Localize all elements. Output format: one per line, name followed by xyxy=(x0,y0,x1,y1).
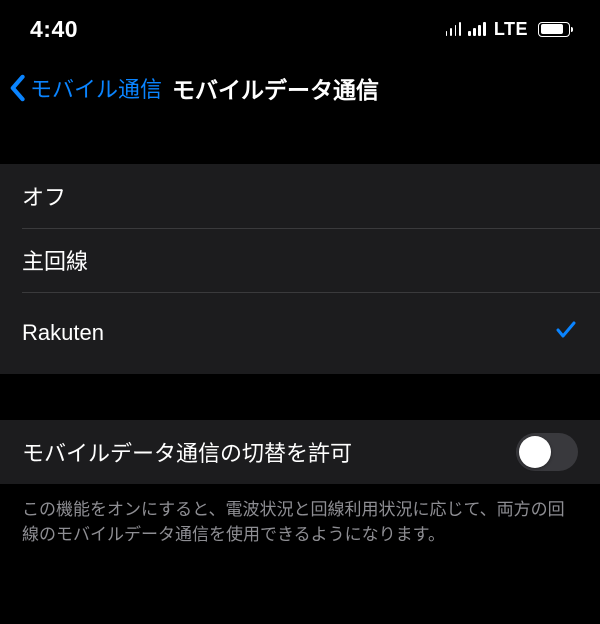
switch-knob xyxy=(519,436,551,468)
footer-description: この機能をオンにすると、電波状況と回線利用状況に応じて、両方の回線のモバイルデー… xyxy=(0,484,600,547)
status-bar: 4:40 LTE xyxy=(0,0,600,58)
page-title: モバイルデータ通信 xyxy=(172,71,379,105)
nav-bar: モバイル通信 モバイルデータ通信 xyxy=(0,58,600,118)
option-primary[interactable]: 主回線 xyxy=(0,228,600,292)
signal-secondary-icon xyxy=(446,22,462,36)
checkmark-icon xyxy=(554,318,578,348)
signal-primary-icon xyxy=(468,22,486,36)
battery-icon xyxy=(538,22,570,37)
status-time: 4:40 xyxy=(30,16,78,43)
network-type-label: LTE xyxy=(494,19,528,40)
back-button[interactable]: モバイル通信 xyxy=(8,72,162,104)
option-label: 主回線 xyxy=(22,244,578,276)
toggle-label: モバイルデータ通信の切替を許可 xyxy=(22,436,516,468)
option-off[interactable]: オフ xyxy=(0,164,600,228)
option-label: Rakuten xyxy=(22,320,554,346)
chevron-left-icon xyxy=(8,74,26,102)
allow-switching-toggle[interactable] xyxy=(516,433,578,471)
data-line-options: オフ 主回線 Rakuten xyxy=(0,164,600,374)
back-label: モバイル通信 xyxy=(30,72,162,104)
status-right: LTE xyxy=(446,19,570,40)
allow-switching-row: モバイルデータ通信の切替を許可 xyxy=(0,420,600,484)
option-rakuten[interactable]: Rakuten xyxy=(0,292,600,374)
option-label: オフ xyxy=(22,180,578,212)
